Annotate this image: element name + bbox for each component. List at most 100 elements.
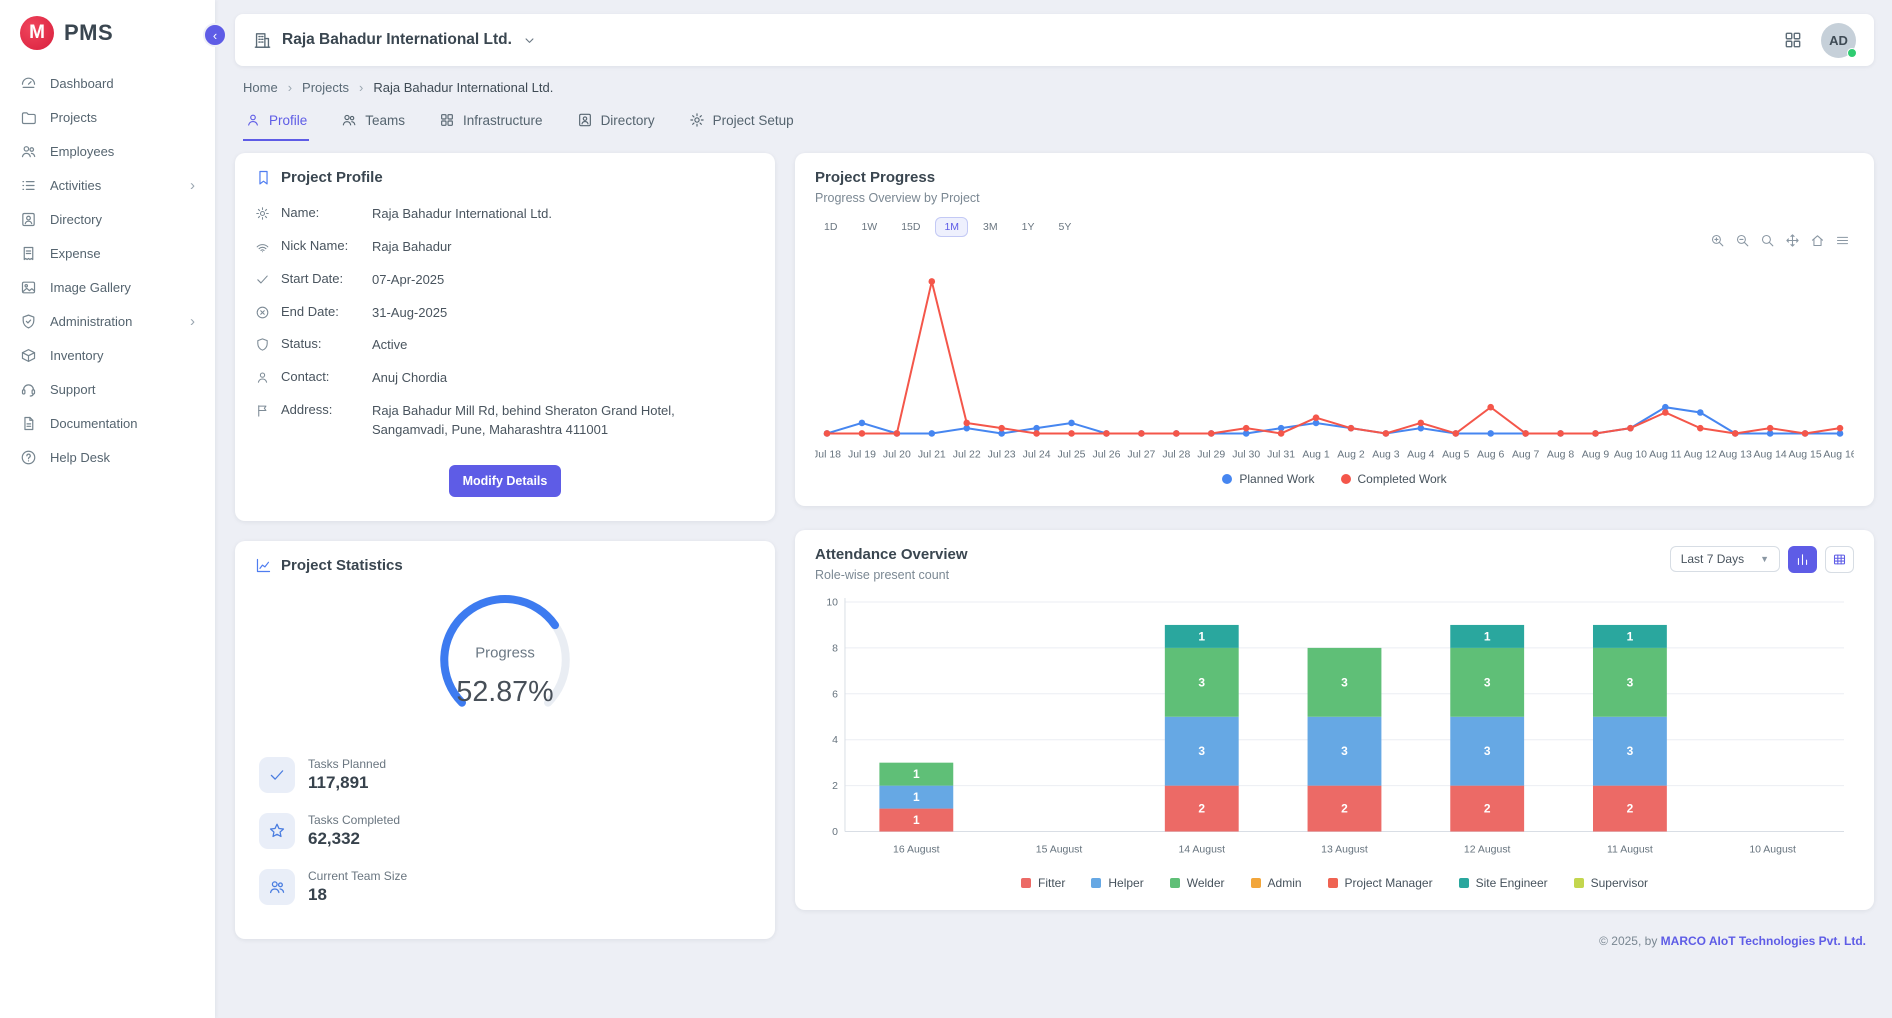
sidebar-item-inventory[interactable]: Inventory [0,338,215,372]
table-icon [1832,552,1847,567]
legend-item-fitter[interactable]: Fitter [1021,876,1065,890]
legend-item-completed-work[interactable]: Completed Work [1341,472,1447,486]
support-icon [20,381,37,398]
tab-directory[interactable]: Directory [575,103,657,141]
project-progress-card: Project Progress Progress Overview by Pr… [795,153,1874,506]
sidebar-collapse-button[interactable]: ‹ [203,23,227,47]
range-button-5y[interactable]: 5Y [1049,217,1080,237]
magnifier-icon[interactable] [1760,233,1775,248]
sidebar-item-documentation[interactable]: Documentation [0,406,215,440]
sidebar-item-help-desk[interactable]: Help Desk [0,440,215,474]
svg-text:Aug 3: Aug 3 [1372,450,1400,461]
svg-text:Aug 1: Aug 1 [1302,450,1330,461]
expense-icon [20,245,37,262]
pan-icon[interactable] [1785,233,1800,248]
svg-text:15 August: 15 August [1036,844,1083,855]
attendance-range-select[interactable]: Last 7 Days ▼ [1670,546,1780,572]
tab-infrastructure[interactable]: Infrastructure [437,103,545,141]
modify-details-button[interactable]: Modify Details [449,465,562,497]
breadcrumb-item[interactable]: Home [243,80,278,95]
profile-field-name-: Name:Raja Bahadur International Ltd. [255,198,755,231]
menu-icon[interactable] [1835,233,1850,248]
stat-text: Current Team Size18 [308,869,407,905]
svg-text:3: 3 [1484,675,1491,689]
svg-text:1: 1 [913,767,920,781]
progress-line-chart[interactable]: Jul 18Jul 19Jul 20Jul 21Jul 22Jul 23Jul … [815,257,1854,470]
bar-chart-svg[interactable]: 024681011116 August15 August233114 Augus… [815,592,1854,869]
range-button-3m[interactable]: 3M [974,217,1007,237]
progress-gauge: Progress52.87% [255,584,755,735]
sidebar-item-support[interactable]: Support [0,372,215,406]
avatar[interactable]: AD [1821,23,1856,58]
stat-tasks-completed: Tasks Completed62,332 [255,803,755,859]
bookmark-icon [255,169,272,186]
documentation-icon [20,415,37,432]
chart-view-toggle[interactable] [1788,546,1817,573]
legend-item-welder[interactable]: Welder [1170,876,1225,890]
legend-item-project-manager[interactable]: Project Manager [1328,876,1433,890]
legend-item-supervisor[interactable]: Supervisor [1574,876,1648,890]
sidebar-item-label: Administration [50,314,132,329]
circle-x-icon [255,305,270,320]
apps-icon [439,112,455,128]
logo-text: PMS [64,20,113,46]
legend-item-site-engineer[interactable]: Site Engineer [1459,876,1548,890]
line-chart-svg[interactable]: Jul 18Jul 19Jul 20Jul 21Jul 22Jul 23Jul … [815,257,1854,465]
company-selector[interactable]: Raja Bahadur International Ltd. [253,31,537,50]
range-button-15d[interactable]: 15D [892,217,929,237]
sidebar-item-expense[interactable]: Expense [0,236,215,270]
range-button-1d[interactable]: 1D [815,217,846,237]
sidebar-item-dashboard[interactable]: Dashboard [0,66,215,100]
card-title: Attendance Overview [815,546,968,563]
tab-bar: Profile Teams Infrastructure Directory Proje… [235,101,1874,141]
range-button-1y[interactable]: 1Y [1013,217,1044,237]
sidebar-item-projects[interactable]: Projects [0,100,215,134]
sidebar-item-administration[interactable]: Administration› [0,304,215,338]
tab-profile[interactable]: Profile [243,103,309,141]
tab-teams[interactable]: Teams [339,103,407,141]
breadcrumb-item[interactable]: Projects [302,80,349,95]
field-value: 31-Aug-2025 [372,304,447,323]
sidebar-item-image-gallery[interactable]: Image Gallery [0,270,215,304]
profile-field-nick-name-: Nick Name:Raja Bahadur [255,231,755,264]
svg-text:2: 2 [832,781,838,792]
home-icon[interactable] [1810,233,1825,248]
legend-item-helper[interactable]: Helper [1091,876,1143,890]
breadcrumb: Home›Projects›Raja Bahadur International… [235,66,1874,101]
person-icon [245,112,261,128]
svg-text:3: 3 [1198,744,1205,758]
svg-text:3: 3 [1198,675,1205,689]
legend-item-planned-work[interactable]: Planned Work [1222,472,1314,486]
card-title: Project Progress [815,169,1854,186]
apps-icon[interactable] [1783,30,1803,50]
svg-text:Jul 31: Jul 31 [1267,450,1295,461]
tab-label: Project Setup [713,113,794,128]
activities-icon [20,177,37,194]
tab-label: Directory [601,113,655,128]
svg-text:Aug 16: Aug 16 [1823,450,1854,461]
svg-text:16 August: 16 August [893,844,940,855]
tab-project-setup[interactable]: Project Setup [687,103,796,141]
card-title: Project Profile [281,169,383,186]
range-button-1w[interactable]: 1W [852,217,886,237]
range-button-1m[interactable]: 1M [935,217,968,237]
breadcrumb-item[interactable]: Raja Bahadur International Ltd. [373,80,553,95]
signal-icon [255,239,270,254]
svg-text:1: 1 [1198,629,1205,643]
sidebar-item-label: Support [50,382,96,397]
sidebar-item-employees[interactable]: Employees [0,134,215,168]
svg-text:Aug 12: Aug 12 [1684,450,1717,461]
sidebar-nav: DashboardProjectsEmployeesActivities›Dir… [0,66,215,474]
footer: © 2025, by MARCO AIoT Technologies Pvt. … [795,934,1874,954]
profile-fields: Name:Raja Bahadur International Ltd.Nick… [255,198,755,447]
sidebar-item-directory[interactable]: Directory [0,202,215,236]
zoom-in-icon[interactable] [1710,233,1725,248]
breadcrumb-separator: › [359,80,363,95]
legend-item-admin[interactable]: Admin [1251,876,1302,890]
shield-icon [255,337,270,352]
sidebar-item-activities[interactable]: Activities› [0,168,215,202]
footer-link[interactable]: MARCO AIoT Technologies Pvt. Ltd. [1661,934,1866,948]
zoom-out-icon[interactable] [1735,233,1750,248]
table-view-toggle[interactable] [1825,546,1854,573]
attendance-bar-chart[interactable]: 024681011116 August15 August233114 Augus… [815,592,1854,874]
